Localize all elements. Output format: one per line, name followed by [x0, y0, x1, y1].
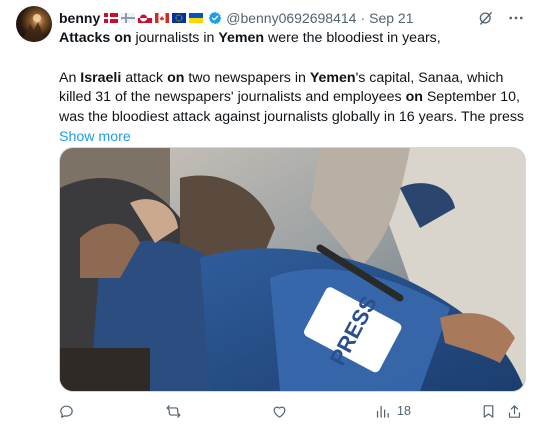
avatar[interactable]: [16, 6, 52, 42]
grok-icon[interactable]: [477, 9, 495, 27]
share-button[interactable]: [506, 400, 523, 422]
separator-dot: ·: [360, 10, 366, 26]
eu-flag-icon: [172, 13, 187, 23]
tweet-date[interactable]: Sep 21: [369, 10, 413, 26]
text-bold-yemen: Yemen: [309, 69, 356, 86]
show-more-link[interactable]: Show more: [59, 129, 131, 145]
tweet-paragraph: An Israeli attack on two newspapers in Y…: [59, 69, 529, 128]
author-name[interactable]: benny: [59, 10, 100, 26]
repost-button[interactable]: [165, 400, 182, 422]
finland-flag-icon: [121, 13, 136, 23]
text-segment: two newspapers in: [184, 69, 310, 86]
text-segment: attack: [121, 69, 168, 86]
tweet-headline: Attacks on journalists in Yemen were the…: [59, 29, 529, 49]
tweet-actions: 18: [52, 400, 530, 422]
like-button[interactable]: [271, 400, 288, 422]
more-options-icon[interactable]: [507, 9, 525, 27]
funeral-photo-image: PRESS: [60, 148, 525, 391]
text-bold-attacks: Attacks: [59, 30, 111, 46]
tweet[interactable]: benny @benny0692698414 · Sep 21 Attacks …: [0, 0, 541, 430]
bookmark-icon: [483, 404, 494, 418]
reply-icon: [60, 405, 73, 418]
text-segment: were the bloodiest in years,: [264, 30, 441, 46]
canada-flag-icon: [155, 13, 170, 23]
text-segment: An: [59, 69, 81, 86]
text-bold-on: on: [405, 89, 423, 106]
tweet-photo[interactable]: PRESS: [59, 147, 526, 392]
ukraine-flag-icon: [189, 13, 204, 23]
greenland-flag-icon: [138, 13, 153, 23]
text-bold-on: on: [167, 69, 185, 86]
views-button[interactable]: 18: [374, 400, 411, 422]
tweet-header: benny @benny0692698414 · Sep 21: [59, 8, 525, 28]
reply-button[interactable]: [58, 400, 75, 422]
text-bold-israeli: Israeli: [80, 69, 122, 86]
bookmark-button[interactable]: [480, 400, 497, 422]
tweet-text: Attacks on journalists in Yemen were the…: [59, 29, 529, 148]
verified-badge-icon[interactable]: [208, 11, 222, 25]
text-segment: journalists in: [131, 30, 219, 46]
repost-icon: [166, 404, 181, 418]
heart-icon: [273, 406, 286, 418]
denmark-flag-icon: [104, 13, 119, 23]
share-icon: [508, 404, 521, 418]
text-bold-yemen: Yemen: [218, 30, 265, 46]
views-count: 18: [397, 404, 411, 418]
text-bold-on: on: [114, 30, 132, 46]
author-handle[interactable]: @benny0692698414: [226, 10, 356, 26]
views-bar-chart-icon: [376, 405, 389, 418]
